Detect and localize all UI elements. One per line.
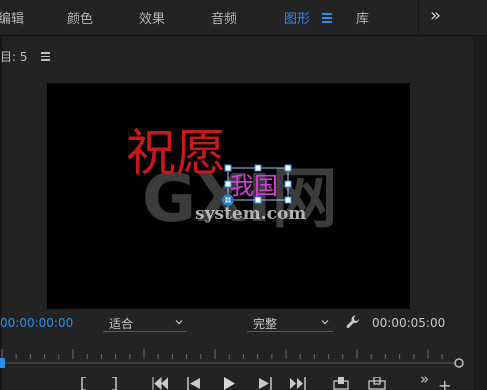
timeline-ruler[interactable]: [0, 343, 465, 369]
subtitle-text[interactable]: 我国: [230, 172, 278, 200]
video-preview[interactable]: GXI网 system.com 祝愿 我国: [47, 83, 410, 309]
go-to-out-icon[interactable]: [290, 377, 306, 390]
resize-handle[interactable]: [284, 164, 292, 172]
more-workspaces-icon[interactable]: »: [430, 5, 441, 26]
resize-handle[interactable]: [284, 196, 292, 204]
playback-quality-value: 完整: [253, 317, 278, 331]
zoom-fit-value: 适合: [109, 317, 134, 331]
mark-out-icon[interactable]: [110, 377, 118, 390]
tab-color[interactable]: 颜色: [67, 8, 93, 27]
mark-in-icon[interactable]: [80, 377, 88, 390]
resize-handle[interactable]: [224, 164, 232, 172]
workspace-menu-icon[interactable]: [322, 13, 332, 23]
go-to-in-icon[interactable]: [152, 377, 168, 390]
duration-timecode: 00:00:05:00: [372, 316, 446, 330]
tab-effects[interactable]: 效果: [139, 8, 165, 27]
panel-menu-icon[interactable]: [41, 52, 50, 61]
playhead-timecode[interactable]: 00:00:00:00: [0, 316, 73, 330]
add-button-icon[interactable]: +: [438, 376, 451, 390]
zoom-fit-select[interactable]: 适合: [103, 314, 187, 332]
chevron-down-icon: [175, 320, 183, 325]
resize-handle[interactable]: [284, 180, 292, 188]
panel-scrollbar[interactable]: [473, 37, 487, 390]
workspace-bar: 编辑 颜色 效果 音频 图形 库 »: [0, 0, 487, 36]
overwrite-icon[interactable]: [368, 377, 386, 390]
resize-handle[interactable]: [254, 164, 262, 172]
tab-libraries[interactable]: 库: [356, 8, 369, 27]
step-back-icon[interactable]: [187, 377, 201, 390]
panel-edge: [0, 37, 2, 390]
video-frame: GXI网 system.com 祝愿 我国: [126, 124, 338, 237]
play-icon[interactable]: [223, 377, 235, 390]
playhead-marker[interactable]: [0, 358, 5, 368]
resize-handle[interactable]: [224, 180, 232, 188]
tab-audio[interactable]: 音频: [211, 8, 237, 27]
insert-icon[interactable]: [333, 377, 349, 390]
tab-edit[interactable]: 编辑: [0, 8, 24, 27]
step-forward-icon[interactable]: [258, 377, 272, 390]
panel-title: 目: 5: [0, 50, 28, 64]
tab-graphics[interactable]: 图形: [284, 8, 310, 27]
divider: [418, 0, 419, 36]
resize-handle[interactable]: [254, 196, 262, 204]
playback-quality-select[interactable]: 完整: [247, 314, 333, 332]
watermark-text: system.com: [195, 204, 306, 224]
out-point-handle[interactable]: [454, 358, 464, 368]
more-controls-icon[interactable]: »: [420, 370, 429, 388]
wrench-icon[interactable]: [345, 314, 361, 330]
chevron-down-icon: [321, 320, 329, 325]
title-text[interactable]: 祝愿: [126, 124, 226, 182]
